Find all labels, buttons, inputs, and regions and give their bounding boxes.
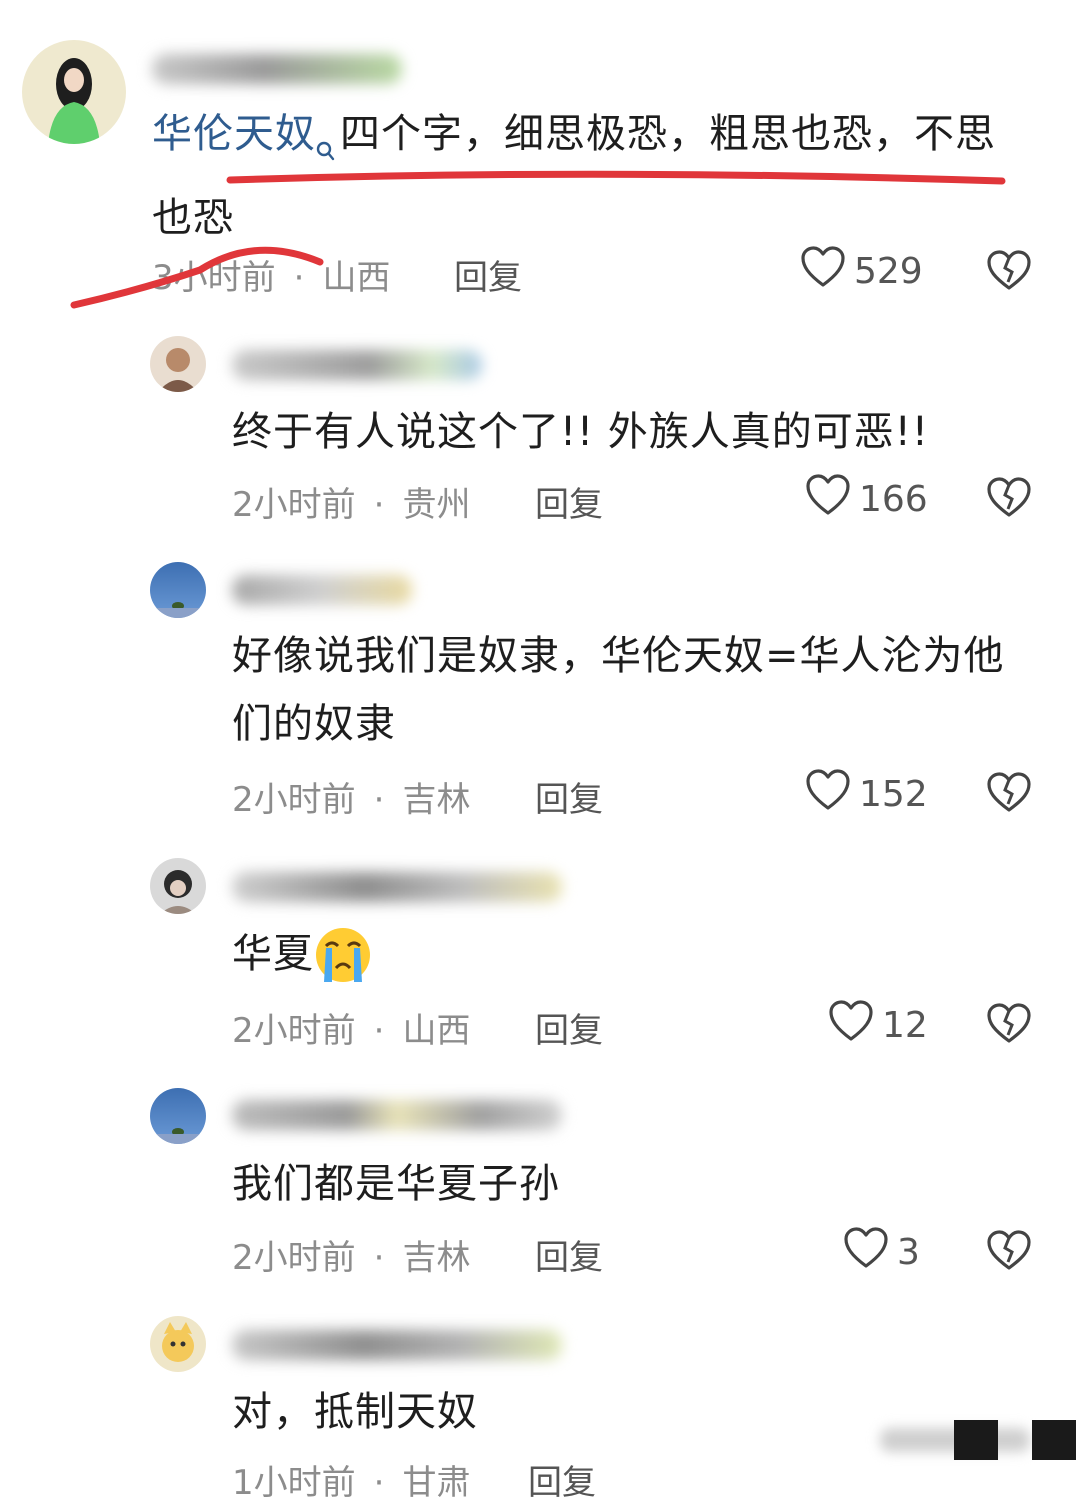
blurred-username <box>232 575 412 605</box>
avatar[interactable] <box>150 858 206 914</box>
red-underline-annotation <box>70 170 1006 309</box>
like-count: 12 <box>882 1005 928 1046</box>
dislike-button[interactable] <box>986 772 1032 818</box>
heart-icon <box>805 473 851 526</box>
reply-button[interactable]: 回复 <box>535 1230 603 1279</box>
reply-button[interactable]: 回复 <box>535 1003 603 1052</box>
watermark <box>880 1418 1080 1464</box>
timestamp: 2小时前 <box>232 1011 356 1051</box>
heart-icon <box>805 768 851 821</box>
timestamp: 2小时前 <box>232 485 356 525</box>
location: 山西 <box>402 1011 471 1051</box>
broken-heart-icon <box>986 772 1032 818</box>
location: 贵州 <box>402 485 471 525</box>
blurred-username <box>232 872 562 902</box>
comment-meta: 2小时前 · 山西 <box>232 1011 471 1051</box>
heart-icon <box>828 999 874 1052</box>
avatar[interactable] <box>150 1088 206 1144</box>
timestamp: 2小时前 <box>232 780 356 820</box>
blurred-username <box>232 1330 562 1360</box>
blurred-username <box>232 350 482 380</box>
reply-button[interactable]: 回复 <box>535 772 603 821</box>
avatar[interactable] <box>150 1316 206 1372</box>
broken-heart-icon <box>986 1003 1032 1049</box>
dislike-button[interactable] <box>986 1230 1032 1276</box>
comment-meta: 1小时前 · 甘肃 <box>232 1463 471 1503</box>
comment-body: 华夏 <box>232 931 314 977</box>
location: 吉林 <box>402 780 471 820</box>
reply-button[interactable]: 回复 <box>535 477 603 526</box>
comment-meta: 2小时前 · 贵州 <box>232 485 471 525</box>
like-count: 166 <box>859 479 928 520</box>
comment-text: 华夏 <box>232 920 1032 1005</box>
blurred-username <box>232 1100 562 1130</box>
comment-text: 终于有人说这个了!! 外族人真的可恶!! <box>232 409 929 455</box>
like-button[interactable]: 12 <box>828 999 928 1052</box>
like-count: 3 <box>897 1232 920 1273</box>
avatar[interactable] <box>150 562 206 618</box>
location: 吉林 <box>402 1238 471 1278</box>
comment-text: 我们都是华夏子孙 <box>232 1161 560 1207</box>
crying-face-icon <box>314 926 372 1005</box>
dislike-button[interactable] <box>986 477 1032 523</box>
comment-meta: 2小时前 · 吉林 <box>232 780 471 820</box>
avatar[interactable] <box>150 336 206 392</box>
like-button[interactable]: 152 <box>805 768 928 821</box>
like-button[interactable]: 3 <box>843 1226 920 1279</box>
like-count: 152 <box>859 774 928 815</box>
comment-text: 对，抵制天奴 <box>232 1389 478 1435</box>
dislike-button[interactable] <box>986 1003 1032 1049</box>
heart-icon <box>843 1226 889 1279</box>
broken-heart-icon <box>986 477 1032 523</box>
broken-heart-icon <box>986 1230 1032 1276</box>
comment-text: 好像说我们是奴隶，华伦天奴=华人沦为他们的奴隶 <box>232 633 1005 747</box>
reply-button[interactable]: 回复 <box>528 1455 596 1504</box>
timestamp: 2小时前 <box>232 1238 356 1278</box>
comment-meta: 2小时前 · 吉林 <box>232 1238 471 1278</box>
timestamp: 1小时前 <box>232 1463 356 1503</box>
like-button[interactable]: 166 <box>805 473 928 526</box>
location: 甘肃 <box>402 1463 471 1503</box>
